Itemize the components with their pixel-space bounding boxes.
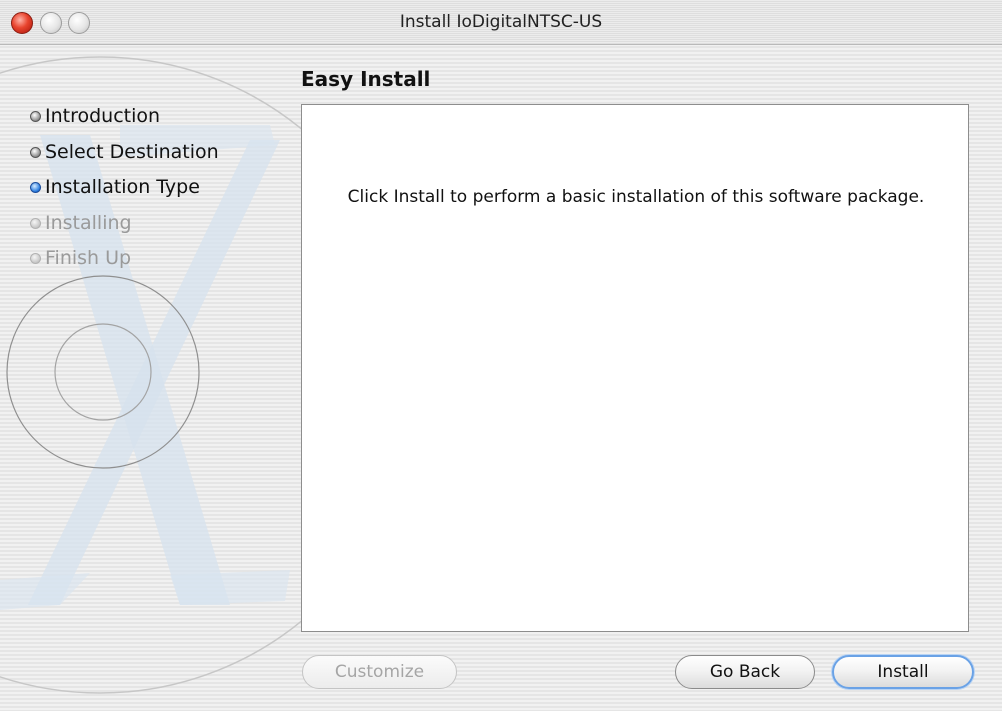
page-title: Easy Install	[301, 67, 431, 91]
step-future-icon	[30, 217, 41, 229]
sidebar-step-select-destination: Select Destination	[30, 137, 219, 167]
window-title: Install IoDigitalNTSC-US	[399, 12, 603, 32]
step-done-icon	[30, 146, 41, 158]
step-done-icon	[30, 110, 41, 122]
content-panel: Click Install to perform a basic install…	[301, 104, 969, 632]
installer-window: Install IoDigitalNTSC-US Introduction Se…	[0, 0, 1002, 711]
sidebar-step-label: Introduction	[45, 105, 161, 127]
sidebar-step-finish-up: Finish Up	[30, 243, 131, 273]
sidebar-step-installing: Installing	[30, 208, 132, 238]
sidebar-step-installation-type: Installation Type	[30, 172, 200, 202]
step-future-icon	[30, 252, 41, 264]
sidebar-step-label: Installing	[45, 212, 132, 234]
sidebar-step-label: Select Destination	[45, 141, 219, 163]
sidebar-step-label: Finish Up	[45, 247, 132, 269]
step-current-icon	[30, 181, 41, 193]
install-instructions: Click Install to perform a basic install…	[347, 187, 925, 207]
install-button[interactable]: Install	[832, 655, 974, 689]
sidebar-step-label: Installation Type	[45, 176, 200, 198]
customize-button[interactable]: Customize	[302, 655, 457, 689]
sidebar-step-introduction: Introduction	[30, 101, 160, 131]
title-bar[interactable]: Install IoDigitalNTSC-US	[0, 0, 1002, 45]
go-back-button[interactable]: Go Back	[675, 655, 815, 689]
